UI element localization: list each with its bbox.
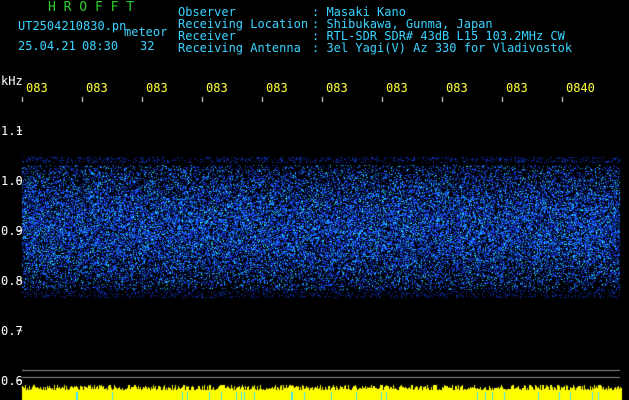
y-tick: 0.6 [1,374,23,388]
date-label: 25.04.21 [18,39,76,53]
info-value-antenna: : 3el Yagi(V) Az 330 for Vladivostok [312,41,573,55]
filename-label: UT2504210830.pn [18,19,127,33]
time-tick: 0840 [566,81,595,95]
time-tick: 083 [206,81,228,95]
time-tick: 083 [386,81,408,95]
y-tick: 1.0 [1,174,23,188]
time-tick: 083 [266,81,288,95]
info-label-antenna: Receiving Antenna [178,41,301,55]
meteor-label: meteor [124,25,168,39]
spectrogram-canvas [0,0,629,400]
y-tick: 1.1 [1,124,23,138]
y-tick: 0.7 [1,324,23,338]
y-tick: 0.9 [1,224,23,238]
time-tick: 083 [146,81,168,95]
time-tick: 083 [326,81,348,95]
app-title: H R O F F T [48,0,135,15]
time-tick: 083 [446,81,468,95]
time-tick: 083 [26,81,48,95]
meteor-count: 32 [140,39,155,53]
time-label: 08:30 [82,39,119,53]
time-tick: 083 [86,81,108,95]
axis-unit-label: kHz [1,74,23,88]
time-tick: 083 [506,81,528,95]
y-tick: 0.8 [1,274,23,288]
hrofft-window: H R O F F T UT2504210830.pn meteor 25.04… [0,0,629,400]
